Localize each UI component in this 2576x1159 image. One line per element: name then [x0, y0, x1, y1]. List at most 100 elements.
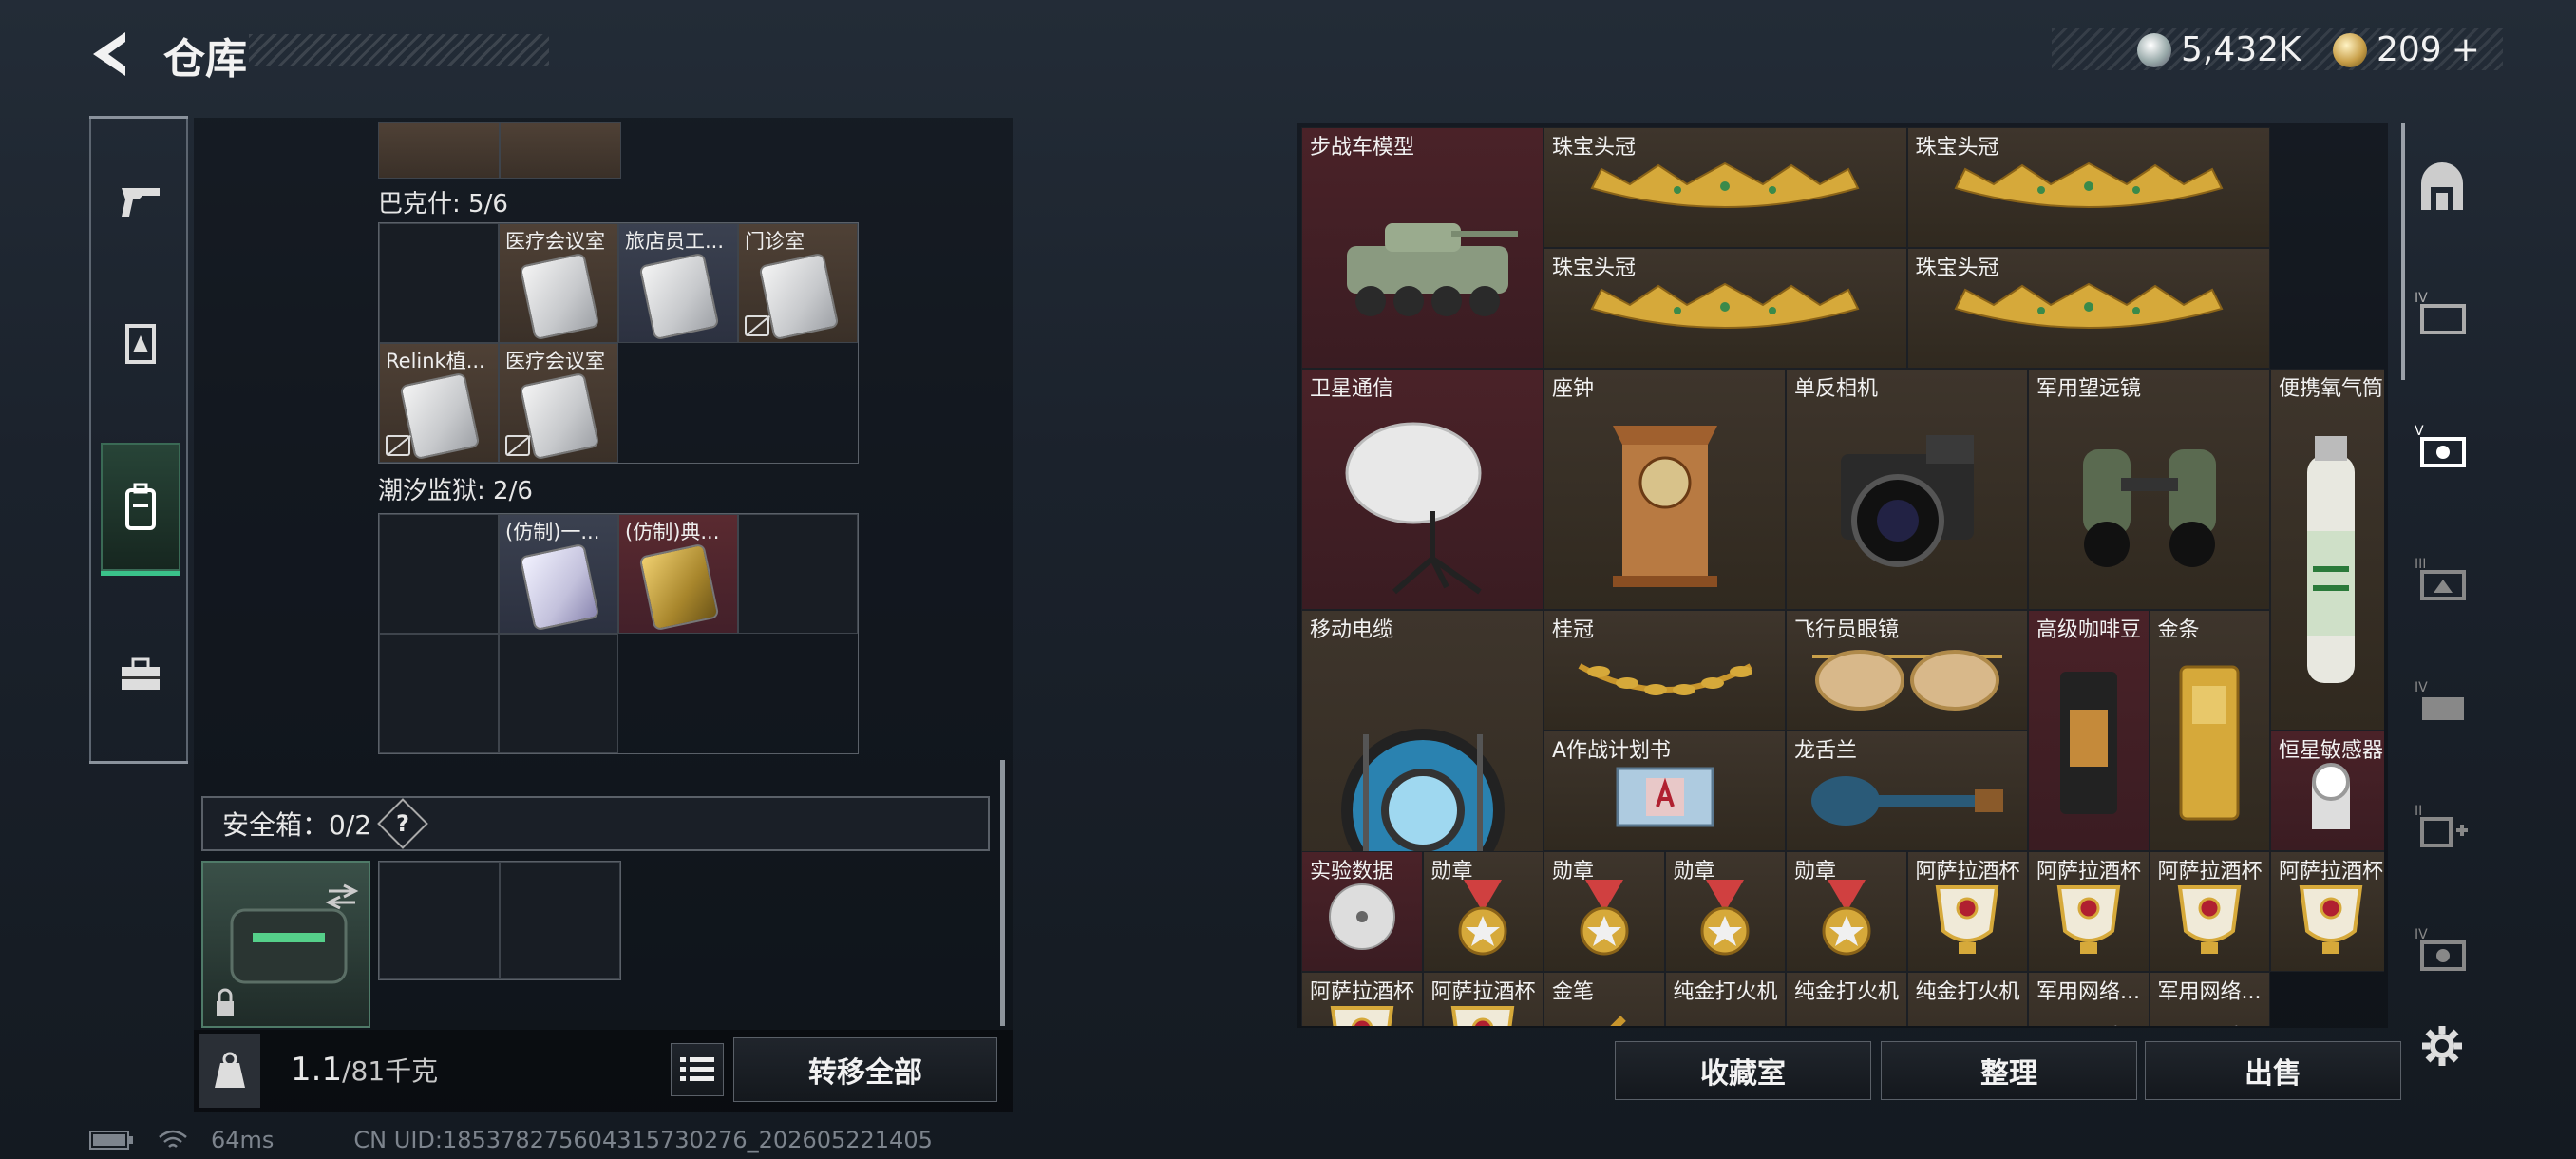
add-currency-icon[interactable]: +: [2452, 30, 2480, 69]
collection-item[interactable]: 卫星通信: [1301, 369, 1544, 610]
collection-item[interactable]: 勋章: [1544, 851, 1665, 972]
collection-item[interactable]: 阿萨拉酒杯: [2028, 851, 2150, 972]
item-label: 医疗会议室: [505, 230, 605, 253]
empty-slot[interactable]: [500, 862, 620, 979]
collection-room-button[interactable]: 收藏室: [1615, 1041, 1871, 1100]
empty-slot[interactable]: [379, 223, 499, 343]
item-label: 门诊室: [745, 230, 805, 253]
crown-icon: [1582, 280, 1867, 351]
collection-item[interactable]: 实验数据: [1301, 851, 1423, 972]
toolbox-icon: [122, 657, 160, 690]
item-label: 高级咖啡豆: [2036, 618, 2142, 642]
silver-currency: 5,432K: [2137, 30, 2301, 69]
collection-item[interactable]: 座钟: [1544, 369, 1786, 610]
collection-item[interactable]: 飞行员眼镜: [1786, 610, 2028, 731]
collection-item[interactable]: 阿萨拉酒杯: [2270, 851, 2384, 972]
collection-item[interactable]: 军用望远镜: [2028, 369, 2270, 610]
tab-toolbox[interactable]: [101, 608, 180, 741]
collection-item[interactable]: 勋章: [1664, 851, 1786, 972]
keycard-slot[interactable]: (仿制)典...: [618, 514, 738, 634]
tab-level-4-c[interactable]: IV: [2415, 922, 2470, 977]
net-icon: [2051, 1009, 2127, 1026]
collection-item[interactable]: 步战车模型: [1301, 127, 1544, 369]
collection-item[interactable]: 珠宝头冠: [1906, 248, 2270, 369]
collection-item[interactable]: 恒星敏感器: [2270, 731, 2384, 851]
tab-weapons[interactable]: [101, 135, 180, 268]
inventory-scrollbar[interactable]: [1000, 760, 1005, 1026]
help-icon[interactable]: ?: [377, 798, 428, 849]
camera-level-icon: V: [2415, 424, 2466, 467]
sell-button[interactable]: 出售: [2145, 1041, 2401, 1100]
lighter-icon: [1929, 1009, 2005, 1026]
tab-level-5[interactable]: V: [2415, 418, 2470, 473]
tab-storage[interactable]: [2415, 162, 2470, 217]
keycard-slot[interactable]: 门诊室: [738, 223, 858, 343]
collection-item[interactable]: 勋章: [1422, 851, 1544, 972]
collection-item[interactable]: 金笔: [1544, 972, 1665, 1026]
image-level-icon: III: [2415, 557, 2466, 600]
empty-slot[interactable]: [499, 634, 618, 753]
keycard-slot[interactable]: 医疗会议室: [499, 343, 618, 463]
safe-box-label: 安全箱：0/2: [222, 809, 372, 841]
uid-readout: CN UID:1853782756043157302​76_2026052214…: [353, 1127, 933, 1153]
keycard-slot[interactable]: (仿制)一...: [499, 514, 618, 634]
collection-item[interactable]: 阿萨拉酒杯: [2149, 851, 2270, 972]
collection-item[interactable]: 军用网络...: [2149, 972, 2270, 1026]
empty-slot[interactable]: [379, 862, 500, 979]
collection-item[interactable]: 勋章: [1786, 851, 1907, 972]
keycard-slot[interactable]: 旅店员工...: [618, 223, 738, 343]
collection-item[interactable]: 纯金打火机: [1906, 972, 2028, 1026]
pistol-icon: [122, 188, 160, 217]
tab-add[interactable]: II: [2415, 798, 2470, 853]
medal-icon: [1566, 874, 1642, 963]
no-card-icon: [386, 435, 410, 456]
net-icon: [2171, 1009, 2247, 1026]
collection-item[interactable]: 珠宝头冠: [1544, 248, 1907, 369]
collection-item[interactable]: 金条: [2149, 610, 2270, 851]
item-label: 医疗会议室: [505, 350, 605, 372]
collection-item[interactable]: 便携氧气筒: [2270, 369, 2384, 731]
keycard-slot[interactable]: Relink植...: [379, 343, 499, 463]
sensor-icon: [2293, 753, 2369, 843]
safe-box-container[interactable]: [201, 861, 370, 1028]
collection-item[interactable]: 珠宝头冠: [1544, 127, 1907, 248]
collection-item[interactable]: 阿萨拉酒杯: [1422, 972, 1544, 1026]
transfer-all-button[interactable]: 转移全部: [733, 1037, 997, 1102]
collection-item[interactable]: 珠宝头冠: [1906, 127, 2270, 248]
item-label: 阿萨拉酒杯: [2036, 860, 2142, 884]
left-category-rail: [89, 116, 188, 764]
svg-text:II: II: [2415, 804, 2422, 819]
title-stripe: [249, 34, 549, 66]
keycard-icon: [519, 371, 600, 461]
item-label: 珠宝头冠: [1552, 136, 1637, 160]
sort-button[interactable]: 整理: [1881, 1041, 2137, 1100]
tab-level-4-a[interactable]: IV: [2415, 285, 2470, 340]
gold-currency[interactable]: 209 +: [2333, 30, 2480, 69]
empty-slot[interactable]: [379, 514, 499, 634]
list-view-button[interactable]: [671, 1043, 724, 1096]
tab-backpack[interactable]: [101, 443, 180, 576]
tab-level-4-b[interactable]: IV: [2415, 674, 2470, 730]
collection-item[interactable]: 龙舌兰: [1786, 731, 2028, 851]
tab-level-3[interactable]: III: [2415, 551, 2470, 606]
collection-item[interactable]: A作战计划书: [1544, 731, 1786, 851]
settings-gear-icon[interactable]: [2420, 1024, 2464, 1068]
collection-item[interactable]: 纯金打火机: [1786, 972, 1907, 1026]
keycard-slot[interactable]: 医疗会议室: [499, 223, 618, 343]
tab-armor[interactable]: [101, 277, 180, 410]
empty-slot[interactable]: [379, 634, 499, 753]
collection-item[interactable]: 纯金打火机: [1664, 972, 1786, 1026]
empty-slot[interactable]: [738, 514, 858, 634]
collection-item[interactable]: 阿萨拉酒杯: [1301, 972, 1423, 1026]
back-arrow-icon[interactable]: [87, 28, 135, 80]
collection-item[interactable]: 军用网络...: [2028, 972, 2150, 1026]
collection-item[interactable]: 高级咖啡豆: [2028, 610, 2150, 851]
goldbar-icon: [2171, 657, 2247, 832]
armor-icon: [125, 324, 156, 364]
item-label: 飞行员眼镜: [1794, 618, 1900, 642]
collection-item[interactable]: 阿萨拉酒杯: [1906, 851, 2028, 972]
collection-item[interactable]: 单反相机: [1786, 369, 2028, 610]
collection-item[interactable]: 桂冠: [1544, 610, 1786, 731]
battery-icon: [89, 1130, 133, 1150]
item-label: 阿萨拉酒杯: [1430, 980, 1536, 1004]
